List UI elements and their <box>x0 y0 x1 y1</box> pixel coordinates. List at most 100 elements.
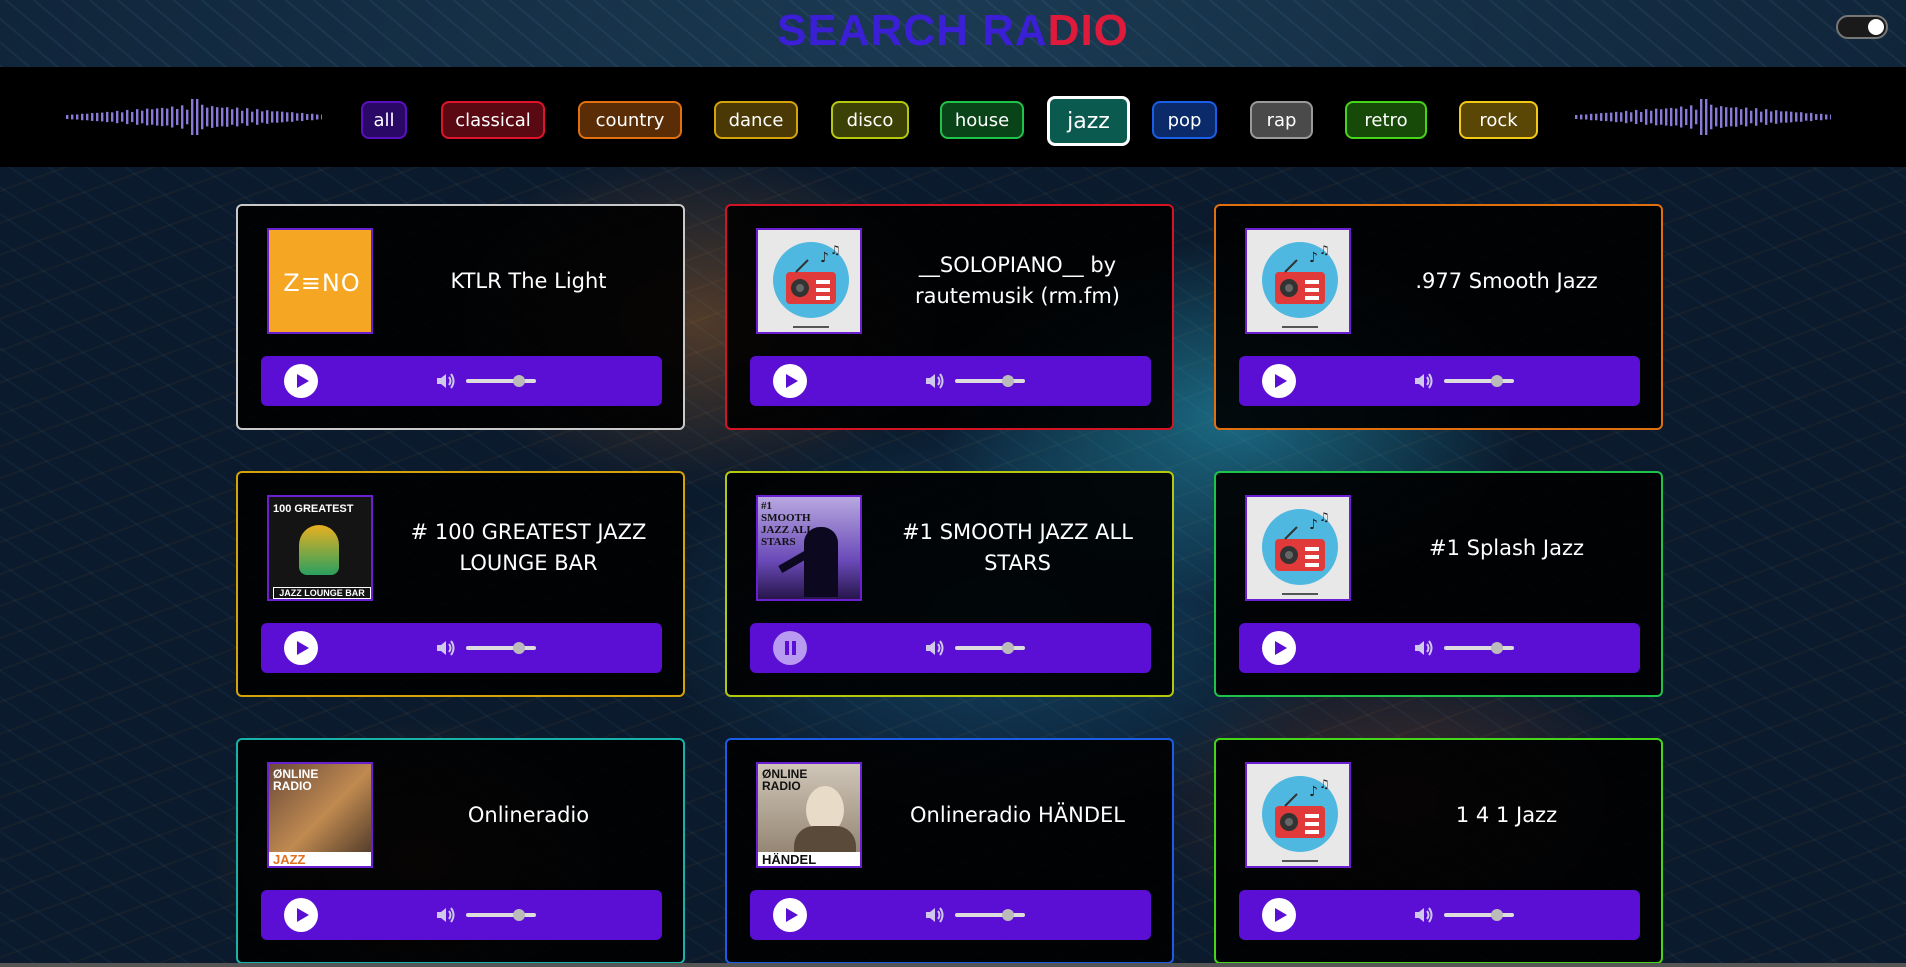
wave-bar <box>1830 114 1831 120</box>
wave-bar <box>1670 107 1673 127</box>
wave-bar <box>1795 112 1798 122</box>
wave-bar <box>1765 109 1768 125</box>
volume-slider[interactable] <box>1444 375 1514 387</box>
title-part-1: SEARCH RA <box>777 6 1048 55</box>
volume-icon[interactable] <box>1412 903 1436 927</box>
wave-bar <box>1755 108 1758 126</box>
volume-slider[interactable] <box>955 642 1025 654</box>
volume-slider-thumb[interactable] <box>1491 642 1503 654</box>
svg-text:♪: ♪ <box>1309 250 1318 266</box>
wave-bar <box>1645 109 1648 125</box>
genre-button-disco[interactable]: disco <box>831 101 909 139</box>
genre-button-jazz[interactable]: jazz <box>1047 96 1130 146</box>
cover-text: 100 GREATEST <box>273 503 354 515</box>
wave-bar <box>1790 111 1793 123</box>
volume-slider-thumb[interactable] <box>1002 375 1014 387</box>
volume-slider[interactable] <box>466 909 536 921</box>
genre-button-retro[interactable]: retro <box>1345 101 1427 139</box>
wave-bar <box>1680 106 1683 128</box>
volume-slider-thumb[interactable] <box>1491 375 1503 387</box>
volume-slider-thumb[interactable] <box>1002 642 1014 654</box>
audio-player <box>261 623 662 673</box>
volume-icon[interactable] <box>434 369 458 393</box>
station-name: .977 Smooth Jazz <box>1415 268 1598 293</box>
station-card: ♪ ♫ 1 4 1 Jazz <box>1214 738 1663 964</box>
wave-bar <box>1650 110 1653 124</box>
wave-bar <box>1770 111 1773 123</box>
play-button[interactable] <box>284 631 318 665</box>
wave-bar <box>1775 110 1778 124</box>
station-card: ♪ ♫ #1 Splash Jazz <box>1214 471 1663 697</box>
svg-text:♫: ♫ <box>830 243 841 257</box>
station-name: __SOLOPIANO__ by rautemusik (rm.fm) <box>915 253 1120 308</box>
genre-button-rap[interactable]: rap <box>1250 101 1313 139</box>
theme-toggle[interactable] <box>1836 15 1888 39</box>
station-name: #1 Splash Jazz <box>1428 535 1585 560</box>
play-button[interactable] <box>284 364 318 398</box>
pause-button[interactable] <box>773 631 807 665</box>
wave-bar <box>1605 112 1608 122</box>
volume-slider-thumb[interactable] <box>513 909 525 921</box>
genre-button-pop[interactable]: pop <box>1152 101 1217 139</box>
play-button[interactable] <box>773 364 807 398</box>
play-button[interactable] <box>1262 898 1296 932</box>
wave-bar <box>1635 109 1638 125</box>
genre-button-rock[interactable]: rock <box>1459 101 1538 139</box>
volume-icon[interactable] <box>923 903 947 927</box>
wave-bar <box>1800 112 1803 122</box>
station-cover-radio-icon: ♪ ♫ <box>1245 762 1351 868</box>
wave-bar <box>1760 111 1763 123</box>
wave-bar <box>1640 111 1643 123</box>
audio-player <box>1239 890 1640 940</box>
volume-icon[interactable] <box>434 903 458 927</box>
station-card: Z≡NO KTLR The Light <box>236 204 685 430</box>
play-button[interactable] <box>1262 364 1296 398</box>
genre-button-house[interactable]: house <box>940 101 1024 139</box>
volume-slider[interactable] <box>955 375 1025 387</box>
genre-button-country[interactable]: country <box>578 101 682 139</box>
volume-slider[interactable] <box>1444 642 1514 654</box>
play-button[interactable] <box>773 898 807 932</box>
volume-slider[interactable] <box>1444 909 1514 921</box>
volume-icon[interactable] <box>434 636 458 660</box>
station-name: Onlineradio HÄNDEL <box>910 802 1125 827</box>
wave-bar <box>1610 112 1613 122</box>
play-button[interactable] <box>284 898 318 932</box>
wave-bar <box>1735 107 1738 127</box>
volume-icon[interactable] <box>1412 636 1436 660</box>
volume-icon[interactable] <box>923 636 947 660</box>
wave-bar <box>1715 107 1718 127</box>
genre-button-all[interactable]: all <box>361 101 407 139</box>
audio-player <box>1239 356 1640 406</box>
wave-bar <box>1705 99 1708 135</box>
wave-bar <box>1825 114 1828 120</box>
station-card: 100 GREATEST JAZZ LOUNGE BAR # 100 GREAT… <box>236 471 685 697</box>
header: SEARCH RADIO <box>0 0 1906 67</box>
volume-slider-thumb[interactable] <box>1491 909 1503 921</box>
volume-slider[interactable] <box>466 375 536 387</box>
genre-button-dance[interactable]: dance <box>714 101 798 139</box>
volume-slider[interactable] <box>466 642 536 654</box>
svg-text:♫: ♫ <box>1319 510 1330 524</box>
cover-text: JAZZ <box>269 852 371 866</box>
wave-bar <box>1805 113 1808 121</box>
volume-slider[interactable] <box>955 909 1025 921</box>
volume-slider-thumb[interactable] <box>513 375 525 387</box>
genre-button-classical[interactable]: classical <box>441 101 545 139</box>
wave-bar <box>1785 111 1788 123</box>
station-name: #1 SMOOTH JAZZ ALL STARS <box>902 520 1133 575</box>
volume-icon[interactable] <box>1412 369 1436 393</box>
play-button[interactable] <box>1262 631 1296 665</box>
volume-icon[interactable] <box>923 369 947 393</box>
station-card: ♪ ♫ .977 Smooth Jazz <box>1214 204 1663 430</box>
wave-bar <box>1720 106 1723 128</box>
wave-bar <box>1655 108 1658 126</box>
station-cover-radio-icon: ♪ ♫ <box>1245 495 1351 601</box>
wave-bar <box>1740 109 1743 125</box>
volume-slider-thumb[interactable] <box>513 642 525 654</box>
volume-slider-thumb[interactable] <box>1002 909 1014 921</box>
station-name: 1 4 1 Jazz <box>1455 802 1558 827</box>
station-cover-zeno-logo: Z≡NO <box>267 228 373 334</box>
wave-bar <box>1590 113 1593 121</box>
svg-text:♪: ♪ <box>1309 517 1318 533</box>
